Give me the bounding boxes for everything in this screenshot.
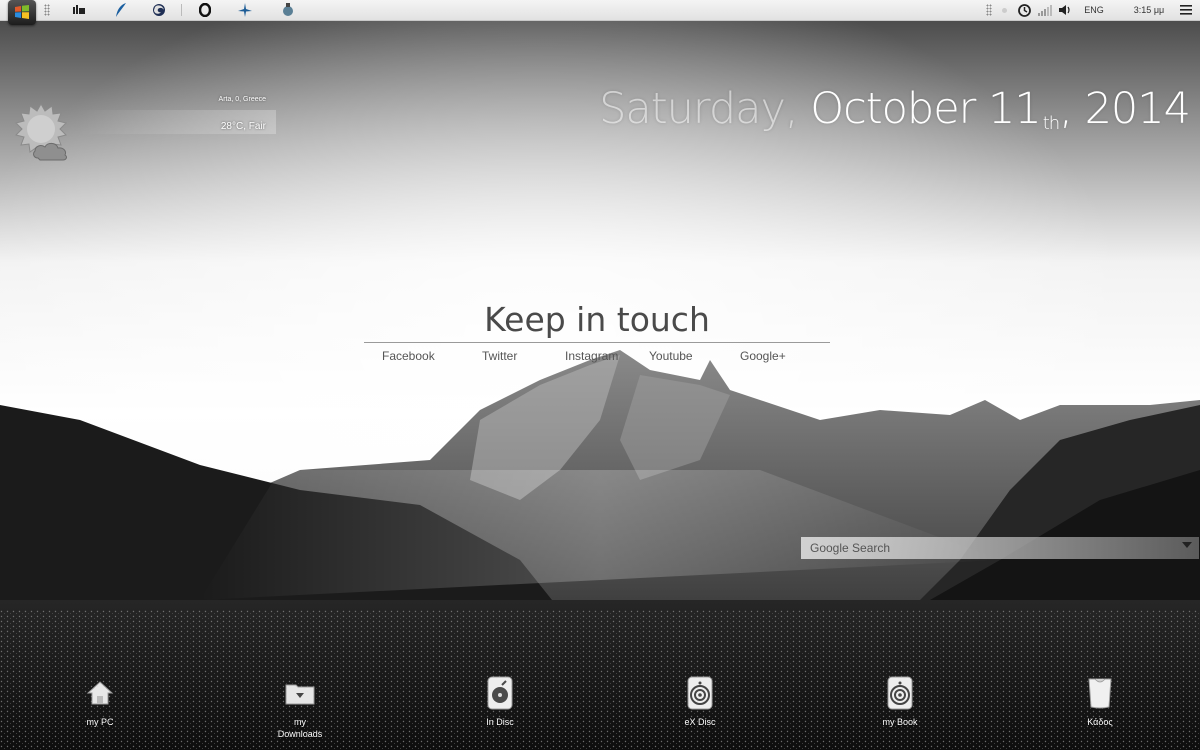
feather-icon[interactable]: [112, 2, 130, 18]
date-display: Saturday, October 11 th, 2014: [599, 84, 1191, 134]
dock-ex-disc[interactable]: eX Disc: [655, 676, 745, 728]
weather-conditions: 28°C, Fair: [220, 121, 266, 132]
keep-in-touch-title: Keep in touch: [484, 300, 710, 339]
dock-label: my Downloads: [277, 717, 323, 739]
dock-label: my PC: [86, 717, 114, 727]
status-dot-icon: [1000, 2, 1008, 18]
dock-my-book[interactable]: my Book: [855, 676, 945, 728]
opera-icon[interactable]: [196, 2, 214, 18]
date-day-number: 11: [988, 84, 1042, 134]
date-month: October: [810, 84, 976, 134]
bird-icon[interactable]: [236, 2, 254, 18]
google-plus-link[interactable]: Google+: [740, 349, 786, 363]
date-year: 2014: [1084, 84, 1191, 134]
dock-my-pc[interactable]: my PC: [55, 676, 145, 728]
divider: [178, 2, 184, 18]
dock-label: eX Disc: [684, 717, 716, 727]
downloads-folder-icon: [285, 676, 315, 710]
library-icon[interactable]: [70, 2, 88, 18]
dock-label: Κάδος: [1087, 717, 1113, 727]
menu-icon[interactable]: [1178, 2, 1194, 18]
top-taskbar: ENG 3:15 μμ: [0, 0, 1200, 25]
trash-bin-icon: [1085, 676, 1115, 710]
windows-start-icon: [14, 4, 30, 21]
sun-cloud-icon: [12, 102, 82, 175]
external-disk-icon: [685, 676, 715, 710]
grip-icon[interactable]: [984, 2, 994, 18]
facebook-link[interactable]: Facebook: [382, 349, 435, 363]
youtube-link[interactable]: Youtube: [649, 349, 693, 363]
dock-label: In Disc: [486, 717, 514, 727]
windows-start-button[interactable]: [8, 0, 36, 25]
dock-label: my Book: [882, 717, 918, 727]
chevron-down-icon[interactable]: [1182, 542, 1192, 548]
volume-icon[interactable]: [1057, 2, 1073, 18]
network-globe-icon[interactable]: [279, 2, 297, 18]
signal-bars-icon[interactable]: [1036, 2, 1054, 18]
instagram-link[interactable]: Instagram: [565, 349, 618, 363]
dock-trash[interactable]: Κάδος: [1055, 676, 1145, 728]
social-links: Facebook Twitter Instagram Youtube Googl…: [364, 343, 830, 363]
internal-disk-icon: [485, 676, 515, 710]
date-day: Saturday,: [599, 84, 798, 134]
grip-icon[interactable]: [44, 2, 50, 18]
weather-widget: Arta, 0, Greece 28°C, Fair: [12, 90, 276, 170]
firefox-icon[interactable]: [150, 2, 168, 18]
clock-time[interactable]: 3:15 μμ: [1125, 2, 1173, 18]
date-suffix: th: [1042, 113, 1060, 134]
twitter-link[interactable]: Twitter: [482, 349, 517, 363]
dock-in-disc[interactable]: In Disc: [455, 676, 545, 728]
weather-location: Arta, 0, Greece: [218, 96, 266, 103]
google-search-box: [801, 537, 1199, 559]
keep-in-touch-widget: Keep in touch Facebook Twitter Instagram…: [364, 300, 830, 363]
house-icon: [85, 676, 115, 710]
date-comma: ,: [1059, 84, 1073, 134]
language-indicator[interactable]: ENG: [1080, 2, 1108, 18]
google-search-input[interactable]: [801, 537, 1189, 559]
dock-my-downloads[interactable]: my Downloads: [255, 676, 345, 740]
book-drive-icon: [885, 676, 915, 710]
clock-sync-icon[interactable]: [1017, 2, 1031, 18]
